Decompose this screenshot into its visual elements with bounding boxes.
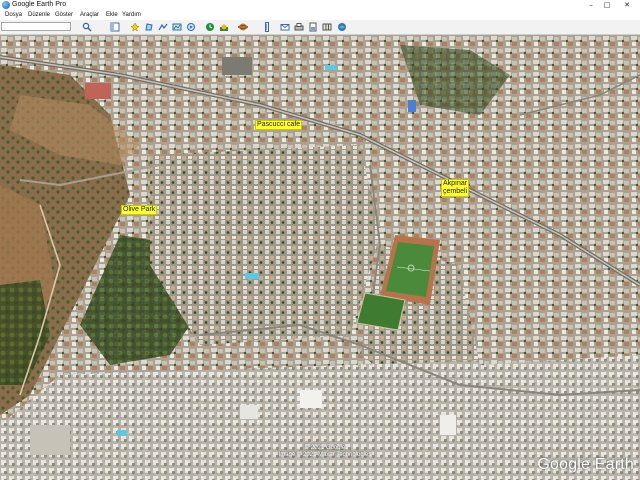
image-overlay-icon[interactable] bbox=[172, 22, 182, 32]
menu-help[interactable]: Yardım bbox=[122, 10, 141, 20]
attribution-imagery: Image © 2021 Maxar Technologies bbox=[278, 452, 372, 458]
google-earth-logo: Google Earth bbox=[537, 456, 634, 473]
maps-icon[interactable] bbox=[322, 22, 332, 32]
attribution-copyright: © 2021 Google bbox=[304, 445, 346, 451]
map-view[interactable]: Pascucci cafe Olive Park Akpınar çembeli… bbox=[0, 35, 640, 480]
place-label-olive-park[interactable]: Olive Park bbox=[121, 205, 158, 215]
ruler-icon[interactable] bbox=[262, 22, 272, 32]
path-icon[interactable] bbox=[158, 22, 168, 32]
sidebar-icon[interactable] bbox=[110, 22, 120, 32]
maximize-button[interactable]: □ bbox=[597, 0, 617, 10]
placemark-icon[interactable] bbox=[130, 22, 140, 32]
place-label-akpinar[interactable]: Akpınar çembeli bbox=[441, 179, 470, 197]
search-input[interactable] bbox=[1, 22, 71, 31]
title-bar: Google Earth Pro – □ ✕ bbox=[0, 0, 640, 10]
search-icon[interactable] bbox=[82, 22, 92, 32]
tour-icon[interactable] bbox=[186, 22, 196, 32]
place-label-pascucci-cafe[interactable]: Pascucci cafe bbox=[255, 120, 303, 130]
menu-edit[interactable]: Düzenle bbox=[28, 10, 50, 20]
historical-imagery-icon[interactable] bbox=[205, 22, 215, 32]
sunlight-icon[interactable] bbox=[219, 22, 229, 32]
polygon-icon[interactable] bbox=[144, 22, 154, 32]
menu-file[interactable]: Dosya bbox=[5, 10, 22, 20]
menu-add[interactable]: Ekle bbox=[106, 10, 118, 20]
close-button[interactable]: ✕ bbox=[617, 0, 637, 10]
kml-icon[interactable] bbox=[337, 22, 347, 32]
save-image-icon[interactable] bbox=[308, 22, 318, 32]
print-icon[interactable] bbox=[294, 22, 304, 32]
menu-bar: Dosya Düzenle Göster Araçlar Ekle Yardım bbox=[0, 10, 640, 20]
email-icon[interactable] bbox=[280, 22, 290, 32]
menu-view[interactable]: Göster bbox=[55, 10, 73, 20]
menu-tools[interactable]: Araçlar bbox=[80, 10, 99, 20]
toolbar bbox=[0, 20, 640, 35]
satellite-imagery bbox=[0, 35, 640, 480]
planets-icon[interactable] bbox=[238, 22, 248, 32]
window-title: Google Earth Pro bbox=[12, 1, 67, 8]
google-earth-app-icon bbox=[2, 1, 10, 9]
imagery-attribution: © 2021 Google Image © 2021 Maxar Technol… bbox=[265, 445, 385, 459]
